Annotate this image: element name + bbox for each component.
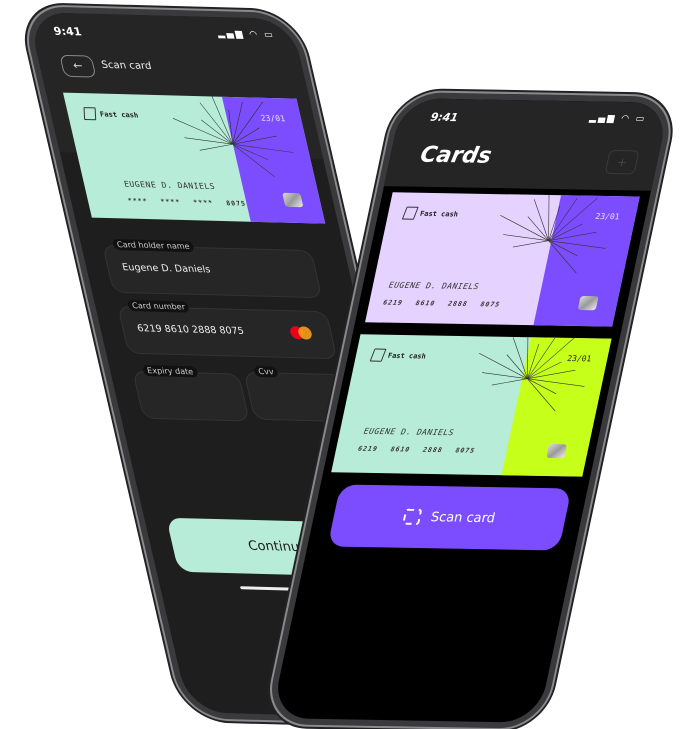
starburst-line (199, 102, 233, 145)
card-expiry: 23/01 (566, 353, 593, 364)
card-holder: EUGENE D. DANIELS (362, 426, 455, 438)
mastercard-icon (288, 326, 314, 341)
starburst-line (527, 334, 529, 379)
status-icons: ▂▄▆ ◠ ▭ (588, 113, 648, 125)
card-holder-value: Eugene D. Daniels (121, 262, 212, 276)
card-expiry: 23/01 (594, 211, 621, 222)
plus-icon: + (615, 155, 629, 170)
screen-title: Scan card (100, 59, 153, 73)
card-logo: Fast cash (82, 107, 139, 121)
arrow-left-icon: ← (71, 59, 84, 73)
chip-icon (577, 295, 599, 311)
card-holder-label: Card holder name (111, 238, 195, 253)
card-number-field[interactable]: Card number 6219 8610 2888 8075 (117, 300, 338, 360)
starburst-line (199, 143, 233, 151)
starburst-line (527, 378, 556, 412)
scan-icon (402, 508, 423, 525)
status-icons: ▂▄▆ ◠ ▭ (216, 29, 276, 41)
card-holder: EUGENE D. DANIELS (388, 280, 480, 292)
wallet-icon (83, 107, 97, 121)
card-item[interactable]: Fast cash 23/01 EUGENE D. DANIELS 6219 8… (365, 192, 640, 327)
starburst-line (548, 231, 597, 241)
card-brand: Fast cash (387, 351, 427, 360)
status-time: 9:41 (429, 110, 460, 125)
scan-card-button[interactable]: Scan card (327, 484, 572, 551)
starburst-line (512, 240, 549, 248)
starburst-line (491, 378, 528, 386)
scan-card-label: Scan card (429, 509, 497, 526)
card-logo: Fast cash (369, 348, 428, 363)
add-card-button[interactable]: + (604, 149, 640, 175)
status-time: 9:41 (52, 24, 83, 39)
card-expiry: 23/01 (259, 113, 287, 124)
page-title: Cards (417, 142, 494, 169)
wallet-icon (401, 206, 419, 220)
scanned-card: Fast cash 23/01 EUGENE D. DANIELS **** *… (62, 92, 326, 224)
card-number-value: 6219 8610 2888 8075 (136, 323, 246, 337)
card-logo: Fast cash (401, 206, 460, 221)
card-brand: Fast cash (98, 109, 140, 119)
chip-icon (546, 443, 568, 459)
card-number-label: Card number (126, 300, 191, 313)
card-item[interactable]: Fast cash 23/01 EUGENE D. DANIELS 6219 8… (331, 334, 612, 477)
expiry-date-field[interactable]: Expiry date (132, 365, 250, 422)
chip-icon (282, 192, 304, 208)
card-holder-field[interactable]: Card holder name Eugene D. Daniels (102, 238, 323, 299)
starburst-line (527, 369, 576, 380)
expiry-date-label: Expiry date (141, 365, 199, 378)
card-brand: Fast cash (419, 209, 459, 219)
wallet-icon (369, 348, 387, 362)
back-button[interactable]: ← (59, 54, 97, 78)
starburst-line (207, 92, 233, 145)
starburst-line (548, 240, 577, 274)
cvv-label: Cvv (253, 365, 279, 378)
